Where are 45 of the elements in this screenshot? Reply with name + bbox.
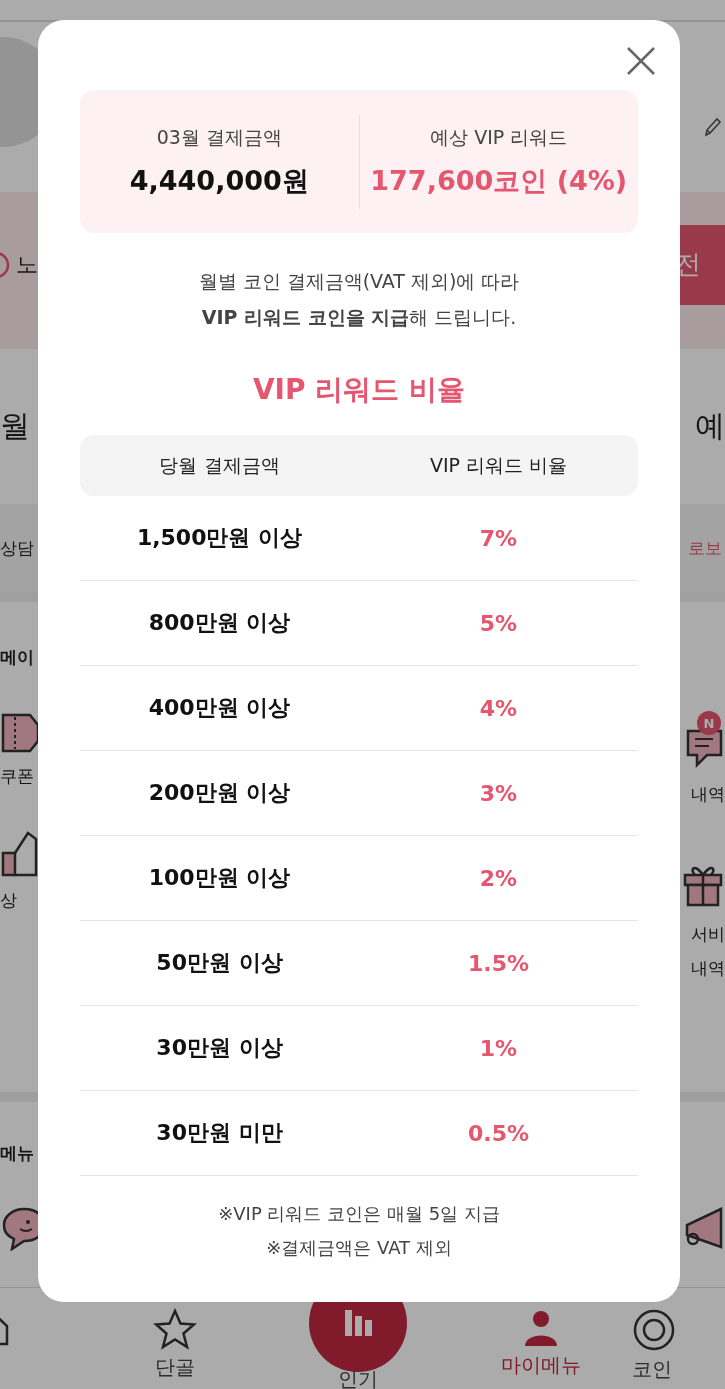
table-cell-text: 5% (478, 610, 519, 636)
table-cell-text: 30만원 이상 (155, 1034, 284, 1062)
table-cell-text: 1% (478, 1035, 519, 1061)
table-cell-text: 1,500만원 이상 (135, 524, 304, 552)
section-title: 메뉴 (0, 1142, 35, 1165)
table-cell-text: 1.5% (467, 950, 530, 976)
table-cell-text: 100만원 이상 (147, 864, 292, 892)
notice-text: 노 (16, 250, 38, 279)
modal-title: VIP 리워드 비율 (251, 372, 467, 408)
menu-item[interactable]: N 내역 (685, 711, 725, 807)
menu-item[interactable]: 쿠폰 (0, 711, 40, 789)
footnote: ※VIP 리워드 코인은 매월 5일 지급 (218, 1202, 500, 1226)
menu-label: 쿠폰 (0, 765, 34, 788)
table-cell-text: 400만원 이상 (147, 694, 292, 722)
summary-label: 예상 VIP 리워드 (430, 124, 568, 150)
summary-label: 03월 결제금액 (156, 124, 282, 150)
stat-label: 월 (0, 407, 30, 445)
table-cell-text: 3% (478, 780, 519, 806)
column-header: VIP 리워드 비율 (428, 452, 569, 478)
column-header: 당월 결제금액 (158, 452, 281, 478)
menu-item[interactable]: 상 (0, 828, 40, 913)
nav-tab[interactable]: 코인 (632, 1288, 725, 1389)
menu-label: 서비 (691, 922, 725, 946)
table-cell-text: 4% (478, 695, 519, 721)
summary-value: 177,600코인 (4%) (370, 163, 628, 198)
table-cell-text: 800만원 이상 (147, 609, 292, 637)
footnote: ※결제금액은 VAT 제외 (266, 1236, 452, 1260)
table-cell-text: 200만원 이상 (147, 779, 292, 807)
menu-label: 상 (0, 888, 17, 912)
table-cell-text: 2% (478, 865, 519, 891)
menu-item[interactable]: 서비 내역 (681, 846, 725, 981)
nav-tab[interactable]: 마이메뉴 (449, 1288, 632, 1389)
consult-text: 상담 (0, 536, 34, 560)
table-cell-text: 0.5% (467, 1120, 530, 1146)
menu-label: 내역 (691, 783, 725, 806)
section-title: 메이 (0, 646, 35, 669)
stat-label: 예 (695, 407, 725, 445)
table-cell-text: 7% (478, 525, 519, 551)
new-badge: N (697, 711, 721, 735)
summary-value: 4,440,000원 (129, 163, 309, 198)
description-text: 월별 코인 결제금액(VAT 제외)에 따라 VIP 리워드 코인을 지급해 드립니다. (197, 269, 521, 330)
menu-label: 내역 (691, 956, 725, 980)
table-cell-text: 30만원 미만 (155, 1119, 284, 1147)
nav-tab[interactable]: 단골 (83, 1288, 266, 1389)
table-cell-text: 50만원 이상 (155, 949, 284, 977)
